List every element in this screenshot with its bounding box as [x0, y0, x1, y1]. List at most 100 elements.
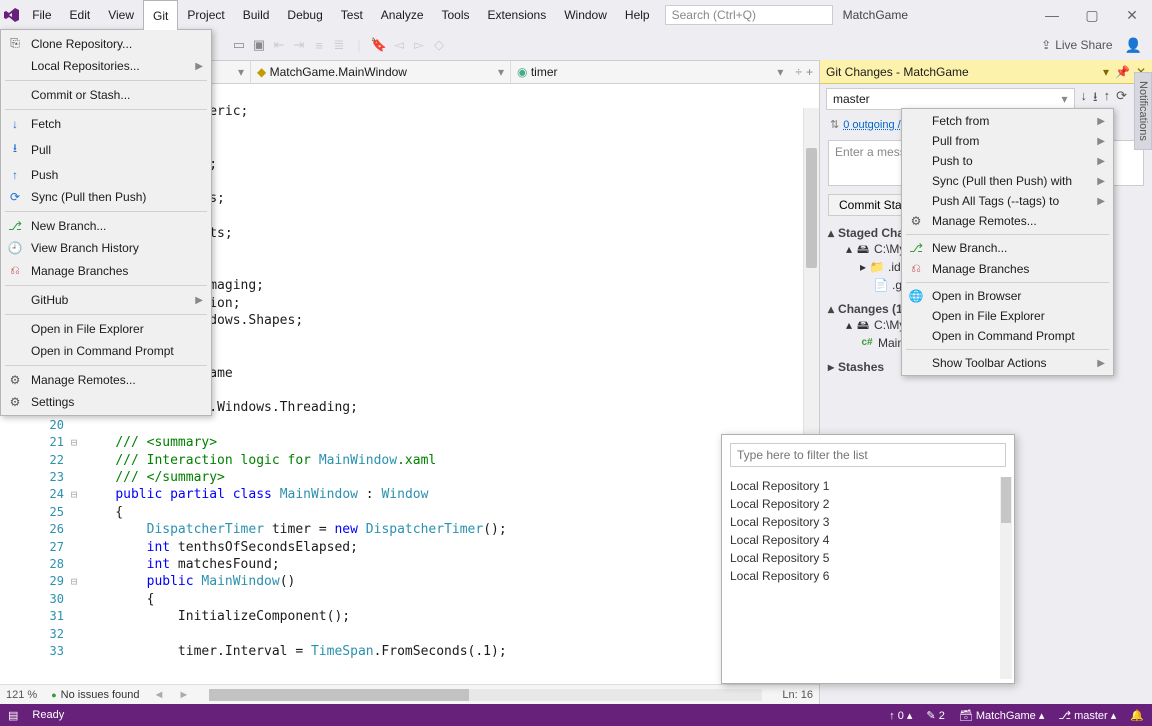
file-icon: 📄 — [874, 276, 888, 294]
menu-view[interactable]: View — [99, 0, 143, 30]
ctx-cmd-item[interactable]: Open in Command Prompt — [902, 326, 1113, 346]
status-push-count[interactable]: ↑ 0 ▴ — [889, 709, 912, 722]
git-explorer-item[interactable]: Open in File Explorer — [1, 318, 211, 340]
globe-icon: 🌐 — [908, 289, 924, 303]
menu-build[interactable]: Build — [234, 0, 279, 30]
ctx-toolbar-item[interactable]: Show Toolbar Actions▶ — [902, 353, 1113, 373]
split-icon[interactable]: ÷ — [795, 65, 802, 79]
ctx-push-item[interactable]: Push to▶ — [902, 151, 1113, 171]
git-clone-item[interactable]: ⎘Clone Repository... — [1, 32, 211, 55]
repo-list-item[interactable]: Local Repository 5 — [730, 549, 1006, 567]
menu-window[interactable]: Window — [555, 0, 616, 30]
sync-icon[interactable]: ⟳ — [1116, 88, 1127, 110]
git-menu-dropdown: ⎘Clone Repository... Local Repositories.… — [0, 29, 212, 416]
repo-list-item[interactable]: Local Repository 4 — [730, 531, 1006, 549]
fetch-icon[interactable]: ↓ — [1081, 88, 1088, 110]
select-all-icon[interactable]: ▣ — [250, 36, 268, 54]
status-branch[interactable]: ⎇ master ▴ — [1058, 709, 1116, 722]
repo-list-item[interactable]: Local Repository 2 — [730, 495, 1006, 513]
format-icon[interactable]: ≡ — [310, 36, 328, 54]
ctx-pull-item[interactable]: Pull from▶ — [902, 131, 1113, 151]
ctx-new-branch-item[interactable]: ⎇New Branch... — [902, 238, 1113, 258]
account-icon[interactable]: 👤 — [1125, 37, 1142, 54]
menu-file[interactable]: File — [23, 0, 60, 30]
no-issues-indicator[interactable]: No issues found — [51, 689, 139, 701]
outgoing-link[interactable]: 0 outgoing / — [843, 119, 901, 131]
editor-status-strip: 121 % No issues found ◄ ► Ln: 16 — [0, 684, 819, 704]
maximize-button[interactable]: ▢ — [1072, 0, 1112, 30]
bookmark-prev-icon[interactable]: ◅ — [390, 36, 408, 54]
panel-pin-icon[interactable]: ▾ — [1103, 65, 1109, 79]
git-pull-item[interactable]: ⭳Pull — [1, 135, 211, 164]
menu-edit[interactable]: Edit — [61, 0, 100, 30]
push-icon: ↑ — [7, 168, 23, 182]
repo-list-item[interactable]: Local Repository 1 — [730, 477, 1006, 495]
git-github-item[interactable]: GitHub▶ — [1, 289, 211, 311]
git-sync-item[interactable]: ⟳Sync (Pull then Push) — [1, 186, 211, 208]
menu-tools[interactable]: Tools — [433, 0, 479, 30]
branch-icon: ⎇ — [908, 241, 924, 255]
git-new-branch-item[interactable]: ⎇New Branch... — [1, 215, 211, 237]
repo-filter-input[interactable] — [730, 443, 1006, 467]
live-share-button[interactable]: ⇪ Live Share — [1041, 38, 1112, 52]
minimize-button[interactable]: — — [1032, 0, 1072, 30]
bookmark-icon[interactable]: 🔖 — [370, 36, 388, 54]
select-icon[interactable]: ▭ — [230, 36, 248, 54]
status-repo[interactable]: 🗃 MatchGame ▴ — [959, 709, 1045, 722]
menu-debug[interactable]: Debug — [278, 0, 331, 30]
search-input[interactable]: Search (Ctrl+Q) — [665, 5, 833, 25]
git-history-item[interactable]: 🕘View Branch History — [1, 237, 211, 259]
expand-icon[interactable]: + — [806, 65, 813, 79]
history-icon: 🕘 — [7, 241, 23, 255]
ctx-browser-item[interactable]: 🌐Open in Browser — [902, 286, 1113, 306]
horizontal-scrollbar[interactable] — [209, 689, 762, 701]
git-commit-item[interactable]: Commit or Stash... — [1, 84, 211, 106]
menu-git[interactable]: Git — [143, 0, 178, 30]
repo-list-item[interactable]: Local Repository 3 — [730, 513, 1006, 531]
indent-left-icon[interactable]: ⇤ — [270, 36, 288, 54]
nav-member-combo[interactable]: ◉ timer▾ — [510, 61, 789, 83]
status-output-icon[interactable]: ▤ — [8, 709, 18, 722]
prev-issue-icon[interactable]: ◄ — [154, 689, 165, 701]
pull-icon: ⭳ — [7, 139, 23, 160]
ctx-fetch-item[interactable]: Fetch from▶ — [902, 111, 1113, 131]
ctx-explorer-item[interactable]: Open in File Explorer — [902, 306, 1113, 326]
bookmark-clear-icon[interactable]: ◇ — [430, 36, 448, 54]
git-manage-branches-item[interactable]: ⎌Manage Branches — [1, 259, 211, 282]
repo-list-item[interactable]: Local Repository 6 — [730, 567, 1006, 585]
zoom-level[interactable]: 121 % — [6, 689, 37, 701]
status-changes-count[interactable]: ✎ 2 — [926, 709, 944, 722]
panel-autodock-icon[interactable]: 📌 — [1115, 65, 1130, 79]
branch-combo[interactable]: master ▾ — [826, 88, 1075, 110]
sync-icon: ⟳ — [7, 190, 23, 204]
ctx-remotes-item[interactable]: ⚙Manage Remotes... — [902, 211, 1113, 231]
menu-project[interactable]: Project — [178, 0, 233, 30]
ctx-manage-branches-item[interactable]: ⎌Manage Branches — [902, 258, 1113, 279]
git-local-repos-item[interactable]: Local Repositories...▶ — [1, 55, 211, 77]
git-settings-item[interactable]: ⚙Settings — [1, 391, 211, 413]
indent-right-icon[interactable]: ⇥ — [290, 36, 308, 54]
git-push-item[interactable]: ↑Push — [1, 164, 211, 186]
notifications-tab[interactable]: Notifications — [1134, 72, 1152, 150]
menu-help[interactable]: Help — [616, 0, 659, 30]
git-cmd-item[interactable]: Open in Command Prompt — [1, 340, 211, 362]
bookmark-next-icon[interactable]: ▻ — [410, 36, 428, 54]
pull-icon[interactable]: ⭳ — [1093, 88, 1098, 110]
comment-icon[interactable]: ≣ — [330, 36, 348, 54]
git-fetch-item[interactable]: ↓Fetch — [1, 113, 211, 135]
ctx-tags-item[interactable]: Push All Tags (--tags) to▶ — [902, 191, 1113, 211]
menu-analyze[interactable]: Analyze — [372, 0, 433, 30]
nav-class-label: MatchGame.MainWindow — [270, 65, 407, 79]
push-icon[interactable]: ↑ — [1104, 88, 1111, 110]
close-button[interactable]: ✕ — [1112, 0, 1152, 30]
ctx-sync-item[interactable]: Sync (Pull then Push) with▶ — [902, 171, 1113, 191]
folder-icon: 📁 — [870, 258, 884, 276]
menu-test[interactable]: Test — [332, 0, 372, 30]
status-bell-icon[interactable]: 🔔 — [1130, 709, 1144, 722]
repo-popup-scrollbar[interactable] — [1000, 477, 1012, 679]
menu-extensions[interactable]: Extensions — [479, 0, 556, 30]
git-remotes-item[interactable]: ⚙Manage Remotes... — [1, 369, 211, 391]
next-issue-icon[interactable]: ► — [178, 689, 189, 701]
nav-class-combo[interactable]: ◆ MatchGame.MainWindow▾ — [250, 61, 510, 83]
live-share-icon: ⇪ — [1041, 38, 1051, 52]
